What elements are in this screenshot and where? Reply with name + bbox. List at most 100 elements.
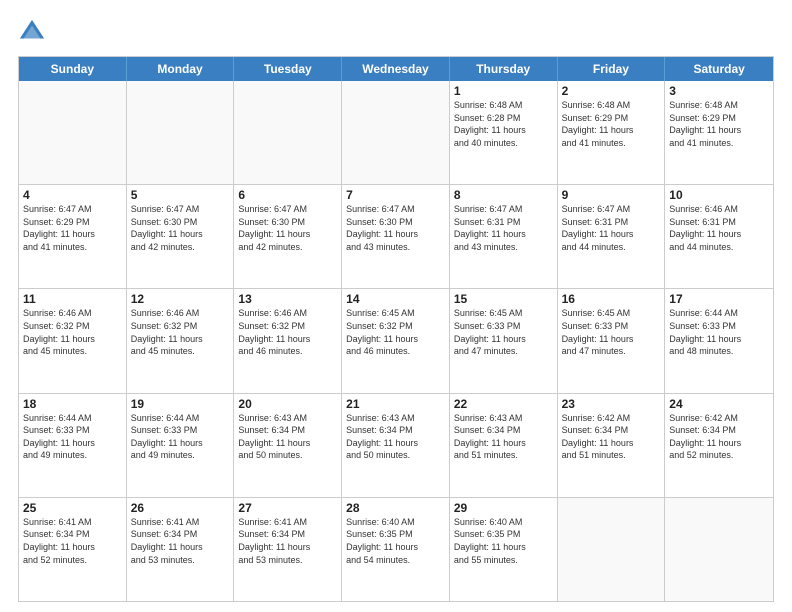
- day-info: Sunrise: 6:44 AM Sunset: 6:33 PM Dayligh…: [669, 307, 769, 357]
- day-number: 17: [669, 292, 769, 306]
- day-number: 3: [669, 84, 769, 98]
- calendar-week: 18Sunrise: 6:44 AM Sunset: 6:33 PM Dayli…: [19, 393, 773, 497]
- calendar-cell: 18Sunrise: 6:44 AM Sunset: 6:33 PM Dayli…: [19, 394, 127, 497]
- day-info: Sunrise: 6:42 AM Sunset: 6:34 PM Dayligh…: [669, 412, 769, 462]
- day-number: 16: [562, 292, 661, 306]
- calendar-cell: 28Sunrise: 6:40 AM Sunset: 6:35 PM Dayli…: [342, 498, 450, 601]
- calendar-cell: 14Sunrise: 6:45 AM Sunset: 6:32 PM Dayli…: [342, 289, 450, 392]
- calendar-cell: 25Sunrise: 6:41 AM Sunset: 6:34 PM Dayli…: [19, 498, 127, 601]
- calendar-header-cell: Wednesday: [342, 57, 450, 81]
- day-info: Sunrise: 6:48 AM Sunset: 6:28 PM Dayligh…: [454, 99, 553, 149]
- calendar-cell: [665, 498, 773, 601]
- day-info: Sunrise: 6:41 AM Sunset: 6:34 PM Dayligh…: [238, 516, 337, 566]
- calendar-cell: 19Sunrise: 6:44 AM Sunset: 6:33 PM Dayli…: [127, 394, 235, 497]
- calendar-cell: 4Sunrise: 6:47 AM Sunset: 6:29 PM Daylig…: [19, 185, 127, 288]
- calendar-cell: 8Sunrise: 6:47 AM Sunset: 6:31 PM Daylig…: [450, 185, 558, 288]
- logo: [18, 18, 50, 46]
- calendar-header-cell: Sunday: [19, 57, 127, 81]
- day-number: 18: [23, 397, 122, 411]
- day-number: 29: [454, 501, 553, 515]
- day-info: Sunrise: 6:45 AM Sunset: 6:33 PM Dayligh…: [454, 307, 553, 357]
- calendar-cell: 23Sunrise: 6:42 AM Sunset: 6:34 PM Dayli…: [558, 394, 666, 497]
- calendar-header-cell: Thursday: [450, 57, 558, 81]
- day-number: 26: [131, 501, 230, 515]
- calendar-cell: 13Sunrise: 6:46 AM Sunset: 6:32 PM Dayli…: [234, 289, 342, 392]
- calendar-body: 1Sunrise: 6:48 AM Sunset: 6:28 PM Daylig…: [19, 81, 773, 601]
- day-info: Sunrise: 6:47 AM Sunset: 6:30 PM Dayligh…: [238, 203, 337, 253]
- day-info: Sunrise: 6:40 AM Sunset: 6:35 PM Dayligh…: [454, 516, 553, 566]
- day-info: Sunrise: 6:47 AM Sunset: 6:29 PM Dayligh…: [23, 203, 122, 253]
- calendar-cell: 3Sunrise: 6:48 AM Sunset: 6:29 PM Daylig…: [665, 81, 773, 184]
- day-number: 4: [23, 188, 122, 202]
- calendar-cell: 24Sunrise: 6:42 AM Sunset: 6:34 PM Dayli…: [665, 394, 773, 497]
- calendar-week: 11Sunrise: 6:46 AM Sunset: 6:32 PM Dayli…: [19, 288, 773, 392]
- day-number: 13: [238, 292, 337, 306]
- day-info: Sunrise: 6:46 AM Sunset: 6:32 PM Dayligh…: [238, 307, 337, 357]
- day-info: Sunrise: 6:43 AM Sunset: 6:34 PM Dayligh…: [346, 412, 445, 462]
- calendar-header-cell: Friday: [558, 57, 666, 81]
- day-info: Sunrise: 6:40 AM Sunset: 6:35 PM Dayligh…: [346, 516, 445, 566]
- calendar-header-cell: Monday: [127, 57, 235, 81]
- day-info: Sunrise: 6:41 AM Sunset: 6:34 PM Dayligh…: [23, 516, 122, 566]
- day-info: Sunrise: 6:47 AM Sunset: 6:31 PM Dayligh…: [562, 203, 661, 253]
- day-info: Sunrise: 6:45 AM Sunset: 6:32 PM Dayligh…: [346, 307, 445, 357]
- day-number: 22: [454, 397, 553, 411]
- calendar-cell: 15Sunrise: 6:45 AM Sunset: 6:33 PM Dayli…: [450, 289, 558, 392]
- page: SundayMondayTuesdayWednesdayThursdayFrid…: [0, 0, 792, 612]
- day-number: 21: [346, 397, 445, 411]
- day-number: 20: [238, 397, 337, 411]
- calendar-cell: [127, 81, 235, 184]
- calendar-cell: 16Sunrise: 6:45 AM Sunset: 6:33 PM Dayli…: [558, 289, 666, 392]
- day-number: 9: [562, 188, 661, 202]
- calendar-cell: 27Sunrise: 6:41 AM Sunset: 6:34 PM Dayli…: [234, 498, 342, 601]
- day-info: Sunrise: 6:42 AM Sunset: 6:34 PM Dayligh…: [562, 412, 661, 462]
- calendar-cell: [342, 81, 450, 184]
- day-info: Sunrise: 6:43 AM Sunset: 6:34 PM Dayligh…: [454, 412, 553, 462]
- calendar-cell: [19, 81, 127, 184]
- calendar-header-row: SundayMondayTuesdayWednesdayThursdayFrid…: [19, 57, 773, 81]
- day-number: 28: [346, 501, 445, 515]
- day-number: 14: [346, 292, 445, 306]
- day-number: 7: [346, 188, 445, 202]
- day-info: Sunrise: 6:41 AM Sunset: 6:34 PM Dayligh…: [131, 516, 230, 566]
- calendar-cell: 6Sunrise: 6:47 AM Sunset: 6:30 PM Daylig…: [234, 185, 342, 288]
- calendar-cell: 5Sunrise: 6:47 AM Sunset: 6:30 PM Daylig…: [127, 185, 235, 288]
- calendar-week: 1Sunrise: 6:48 AM Sunset: 6:28 PM Daylig…: [19, 81, 773, 184]
- calendar-header-cell: Tuesday: [234, 57, 342, 81]
- calendar-cell: 20Sunrise: 6:43 AM Sunset: 6:34 PM Dayli…: [234, 394, 342, 497]
- day-number: 19: [131, 397, 230, 411]
- day-info: Sunrise: 6:46 AM Sunset: 6:31 PM Dayligh…: [669, 203, 769, 253]
- day-number: 1: [454, 84, 553, 98]
- day-info: Sunrise: 6:47 AM Sunset: 6:31 PM Dayligh…: [454, 203, 553, 253]
- calendar-week: 25Sunrise: 6:41 AM Sunset: 6:34 PM Dayli…: [19, 497, 773, 601]
- day-info: Sunrise: 6:44 AM Sunset: 6:33 PM Dayligh…: [131, 412, 230, 462]
- day-number: 25: [23, 501, 122, 515]
- day-info: Sunrise: 6:46 AM Sunset: 6:32 PM Dayligh…: [23, 307, 122, 357]
- day-number: 2: [562, 84, 661, 98]
- calendar-cell: 17Sunrise: 6:44 AM Sunset: 6:33 PM Dayli…: [665, 289, 773, 392]
- calendar-cell: 22Sunrise: 6:43 AM Sunset: 6:34 PM Dayli…: [450, 394, 558, 497]
- calendar-week: 4Sunrise: 6:47 AM Sunset: 6:29 PM Daylig…: [19, 184, 773, 288]
- day-number: 15: [454, 292, 553, 306]
- calendar-cell: [234, 81, 342, 184]
- day-number: 5: [131, 188, 230, 202]
- calendar-cell: 9Sunrise: 6:47 AM Sunset: 6:31 PM Daylig…: [558, 185, 666, 288]
- day-info: Sunrise: 6:46 AM Sunset: 6:32 PM Dayligh…: [131, 307, 230, 357]
- calendar-cell: 7Sunrise: 6:47 AM Sunset: 6:30 PM Daylig…: [342, 185, 450, 288]
- day-info: Sunrise: 6:47 AM Sunset: 6:30 PM Dayligh…: [131, 203, 230, 253]
- calendar-header-cell: Saturday: [665, 57, 773, 81]
- day-number: 8: [454, 188, 553, 202]
- day-number: 10: [669, 188, 769, 202]
- day-info: Sunrise: 6:44 AM Sunset: 6:33 PM Dayligh…: [23, 412, 122, 462]
- day-info: Sunrise: 6:48 AM Sunset: 6:29 PM Dayligh…: [669, 99, 769, 149]
- day-info: Sunrise: 6:47 AM Sunset: 6:30 PM Dayligh…: [346, 203, 445, 253]
- calendar-cell: 12Sunrise: 6:46 AM Sunset: 6:32 PM Dayli…: [127, 289, 235, 392]
- calendar-cell: 10Sunrise: 6:46 AM Sunset: 6:31 PM Dayli…: [665, 185, 773, 288]
- header: [18, 18, 774, 46]
- day-number: 24: [669, 397, 769, 411]
- calendar-cell: 29Sunrise: 6:40 AM Sunset: 6:35 PM Dayli…: [450, 498, 558, 601]
- calendar: SundayMondayTuesdayWednesdayThursdayFrid…: [18, 56, 774, 602]
- day-info: Sunrise: 6:48 AM Sunset: 6:29 PM Dayligh…: [562, 99, 661, 149]
- day-info: Sunrise: 6:43 AM Sunset: 6:34 PM Dayligh…: [238, 412, 337, 462]
- calendar-cell: 21Sunrise: 6:43 AM Sunset: 6:34 PM Dayli…: [342, 394, 450, 497]
